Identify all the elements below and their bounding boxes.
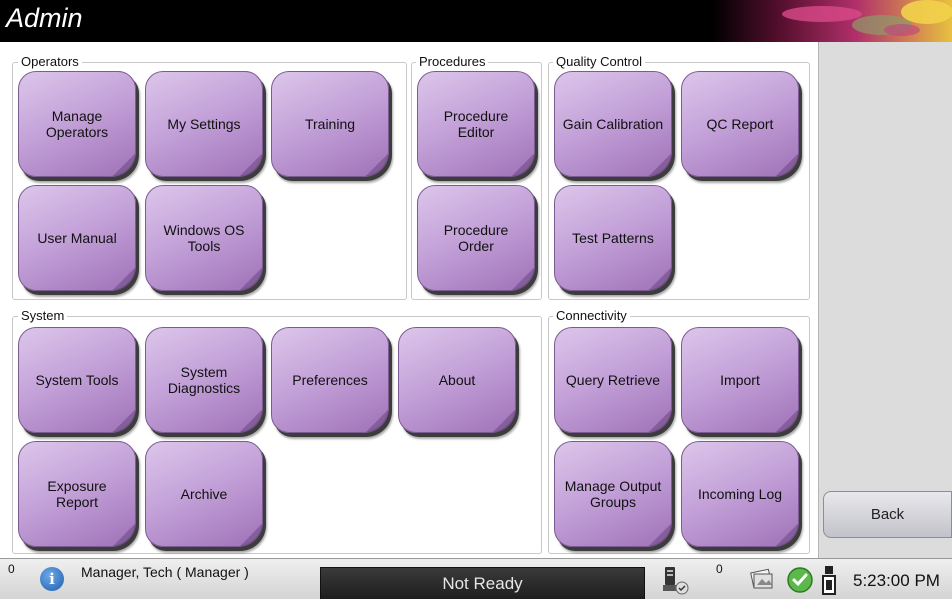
system-status[interactable]: Not Ready [320, 567, 645, 599]
incoming-log-button[interactable]: Incoming Log [681, 441, 799, 547]
windows-os-tools-button[interactable]: Windows OS Tools [145, 185, 263, 291]
manage-output-groups-button[interactable]: Manage Output Groups [554, 441, 672, 547]
queue-count: 0 [716, 562, 723, 576]
back-button[interactable]: Back [823, 491, 952, 538]
system-diagnostics-button[interactable]: System Diagnostics [145, 327, 263, 433]
user-manual-button[interactable]: User Manual [18, 185, 136, 291]
flower-decoration-image [712, 0, 952, 42]
clock: 5:23:00 PM [853, 571, 940, 590]
quality-control-group-label: Quality Control [553, 55, 645, 69]
connectivity-group-label: Connectivity [553, 309, 630, 323]
info-icon[interactable]: i [40, 567, 64, 591]
exposure-report-button[interactable]: Exposure Report [18, 441, 136, 547]
test-patterns-button[interactable]: Test Patterns [554, 185, 672, 291]
query-retrieve-button[interactable]: Query Retrieve [554, 327, 672, 433]
procedure-editor-button[interactable]: Procedure Editor [417, 71, 535, 177]
film-queue-icon[interactable] [746, 566, 778, 594]
qc-report-button[interactable]: QC Report [681, 71, 799, 177]
import-button[interactable]: Import [681, 327, 799, 433]
gain-calibration-button[interactable]: Gain Calibration [554, 71, 672, 177]
procedures-group-label: Procedures [416, 55, 489, 69]
detector-status-icon[interactable] [818, 564, 840, 596]
right-panel [818, 42, 952, 558]
training-button[interactable]: Training [271, 71, 389, 177]
operators-group-label: Operators [18, 55, 82, 69]
output-device-icon[interactable] [660, 565, 690, 595]
alarm-count: 0 [8, 562, 15, 576]
system-tools-button[interactable]: System Tools [18, 327, 136, 433]
current-user[interactable]: Manager, Tech ( Manager ) [81, 564, 249, 580]
window-title: Admin [6, 3, 83, 33]
preferences-button[interactable]: Preferences [271, 327, 389, 433]
system-group-label: System [18, 309, 68, 323]
title-bar: Admin [0, 0, 952, 42]
about-button[interactable]: About [398, 327, 516, 433]
manage-operators-button[interactable]: Manage Operators [18, 71, 136, 177]
check-ok-icon[interactable] [786, 566, 814, 594]
status-bar: 0 i Manager, Tech ( Manager ) Not Ready … [0, 558, 952, 599]
my-settings-button[interactable]: My Settings [145, 71, 263, 177]
archive-button[interactable]: Archive [145, 441, 263, 547]
procedure-order-button[interactable]: Procedure Order [417, 185, 535, 291]
